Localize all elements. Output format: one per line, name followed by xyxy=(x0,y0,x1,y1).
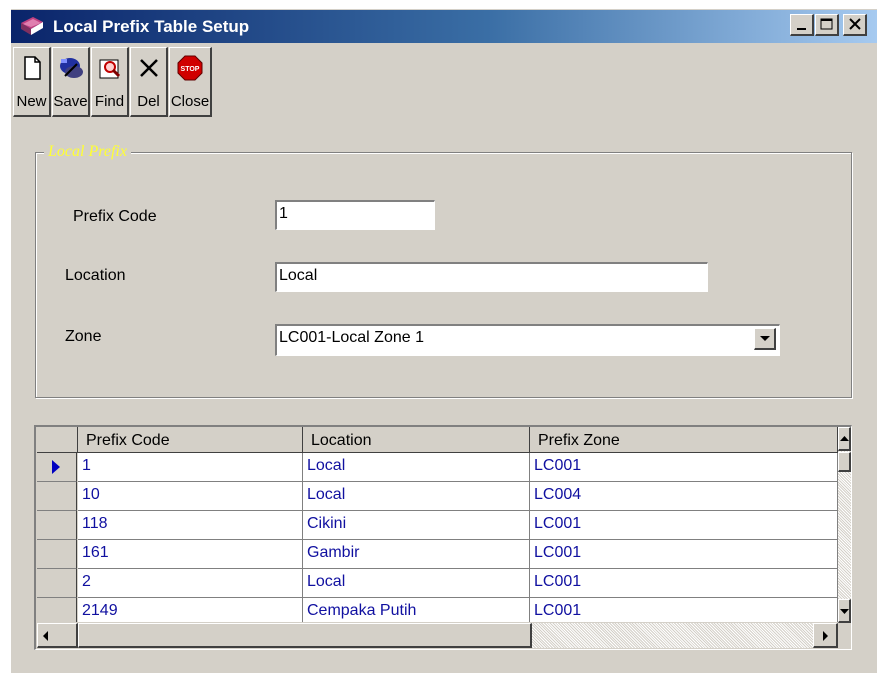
table-cell[interactable]: Local xyxy=(303,569,530,598)
column-header-prefix-zone[interactable]: Prefix Zone xyxy=(530,427,838,453)
arrow-right-icon xyxy=(823,631,828,641)
row-indicator[interactable] xyxy=(37,453,77,482)
close-button[interactable]: STOP Close xyxy=(169,47,212,117)
zone-label: Zone xyxy=(65,328,102,345)
location-input[interactable]: Local xyxy=(275,262,708,292)
row-indicator[interactable] xyxy=(37,511,77,540)
save-button-label: Save xyxy=(53,93,88,110)
table-cell[interactable]: Cempaka Putih xyxy=(303,598,530,622)
find-icon xyxy=(96,54,124,82)
svg-text:STOP: STOP xyxy=(181,66,200,73)
horizontal-scroll-thumb[interactable] xyxy=(78,623,532,648)
new-document-icon xyxy=(18,54,46,82)
table-cell[interactable]: LC004 xyxy=(530,482,838,511)
close-button-label: Close xyxy=(170,93,210,110)
book-icon xyxy=(19,15,45,37)
row-indicator[interactable] xyxy=(37,569,77,598)
save-button[interactable]: Save xyxy=(52,47,90,117)
table-cell[interactable]: 2 xyxy=(78,569,303,598)
table-cell[interactable]: Gambir xyxy=(303,540,530,569)
table-cell[interactable]: LC001 xyxy=(530,598,838,622)
maximize-button[interactable]: □ xyxy=(815,14,839,36)
scroll-right-button[interactable] xyxy=(813,623,838,648)
table-cell[interactable]: 10 xyxy=(78,482,303,511)
close-window-button[interactable]: × xyxy=(843,14,867,36)
table-cell[interactable]: 2149 xyxy=(78,598,303,622)
del-button[interactable]: Del xyxy=(130,47,168,117)
window-title: Local Prefix Table Setup xyxy=(53,17,250,36)
stop-sign-icon: STOP xyxy=(176,54,204,82)
find-button-label: Find xyxy=(94,93,125,110)
table-cell[interactable]: 1 xyxy=(78,453,303,482)
table-cell[interactable]: Cikini xyxy=(303,511,530,540)
scroll-up-button[interactable] xyxy=(838,427,851,451)
row-indicator[interactable] xyxy=(37,598,77,622)
new-button-label: New xyxy=(16,93,47,110)
minimize-button[interactable]: _ xyxy=(790,14,814,36)
new-button[interactable]: New xyxy=(13,47,51,117)
table-cell[interactable]: 118 xyxy=(78,511,303,540)
group-title: Local Prefix xyxy=(44,141,131,163)
scroll-down-button[interactable] xyxy=(838,599,851,623)
prefix-code-input[interactable]: 1 xyxy=(275,200,435,230)
grid-corner xyxy=(37,427,78,453)
table-cell[interactable]: LC001 xyxy=(530,569,838,598)
row-indicator[interactable] xyxy=(37,540,77,569)
find-button[interactable]: Find xyxy=(91,47,129,117)
save-icon xyxy=(57,54,85,82)
current-row-arrow-icon xyxy=(52,460,60,474)
column-header-location[interactable]: Location xyxy=(303,427,530,453)
table-cell[interactable]: LC001 xyxy=(530,540,838,569)
row-indicator[interactable] xyxy=(37,482,77,511)
chevron-down-icon xyxy=(760,336,770,341)
arrow-up-icon xyxy=(840,436,849,441)
scrollbar-corner xyxy=(838,623,851,648)
delete-icon xyxy=(135,54,163,82)
zone-select[interactable]: LC001-Local Zone 1 xyxy=(275,324,780,356)
table-cell[interactable]: Local xyxy=(303,453,530,482)
table-cell[interactable]: 161 xyxy=(78,540,303,569)
prefix-code-label: Prefix Code xyxy=(73,208,157,225)
location-label: Location xyxy=(65,267,126,284)
scroll-left-button[interactable] xyxy=(37,623,78,648)
arrow-down-icon xyxy=(840,609,849,614)
table-cell[interactable]: Local xyxy=(303,482,530,511)
table-cell[interactable]: LC001 xyxy=(530,453,838,482)
arrow-left-icon xyxy=(43,631,48,641)
column-header-prefix-code[interactable]: Prefix Code xyxy=(78,427,303,453)
vertical-scroll-thumb[interactable] xyxy=(838,452,851,472)
del-button-label: Del xyxy=(137,93,160,110)
zone-dropdown-button[interactable] xyxy=(754,328,776,350)
table-cell[interactable]: LC001 xyxy=(530,511,838,540)
